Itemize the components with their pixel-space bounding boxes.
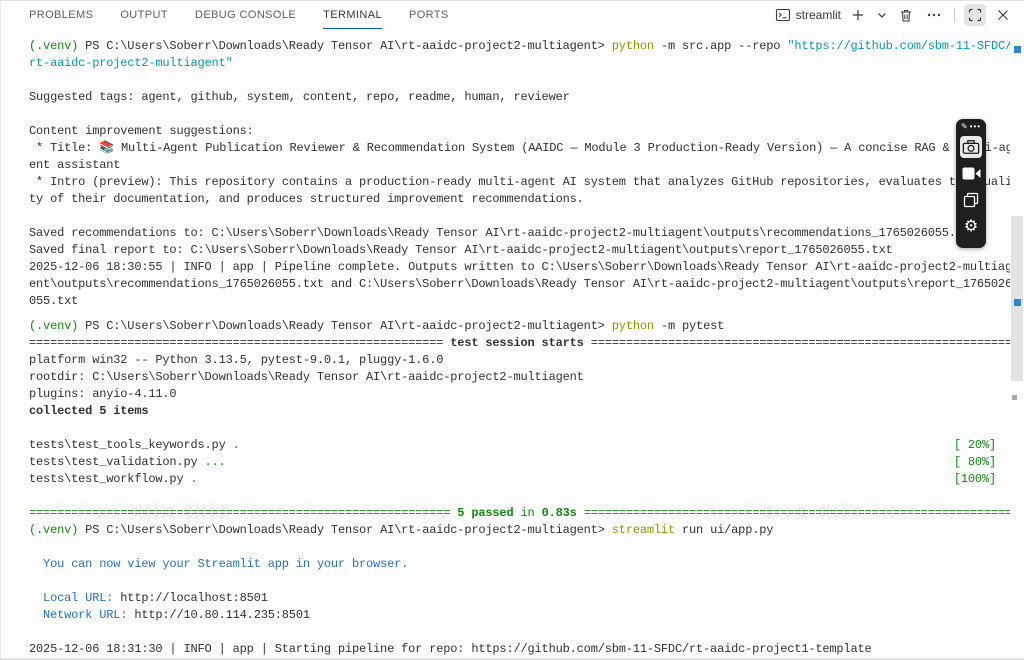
close-panel-icon[interactable] xyxy=(992,4,1014,26)
terminal-line: You can now view your Streamlit app in y… xyxy=(29,556,1010,573)
terminal-line: Content improvement suggestions: xyxy=(29,123,1010,140)
capture-widget-header[interactable]: ✎ ••• xyxy=(961,121,981,133)
terminal-line: 055.txt xyxy=(29,293,1010,310)
vscode-panel: PROBLEMS OUTPUT DEBUG CONSOLE TERMINAL PORTS… xyxy=(0,0,1024,660)
tab-output[interactable]: OUTPUT xyxy=(120,1,168,29)
toolbar-divider xyxy=(954,8,955,22)
terminal-line: ========================================… xyxy=(29,505,1010,522)
overview-ruler-mark xyxy=(1012,395,1017,400)
overview-ruler-mark xyxy=(1014,299,1021,306)
terminal-line xyxy=(29,208,1010,225)
pen-icon: ✎ xyxy=(961,123,968,131)
terminal-line: * Title: 📚 Multi-Agent Publication Revie… xyxy=(29,140,1010,157)
terminal-line xyxy=(29,539,1010,556)
terminal-line xyxy=(29,72,1010,89)
terminal-line: tests\test_validation.py ...[ 80%] xyxy=(29,454,1010,471)
launch-profile-chevron-icon[interactable] xyxy=(875,4,889,26)
screen-capture-widget: ✎ ••• ⚙ xyxy=(956,119,986,248)
terminal-line: (.venv) PS C:\Users\Soberr\Downloads\Rea… xyxy=(29,318,1010,335)
terminal-profile-selector[interactable]: streamlit xyxy=(775,7,841,23)
terminal-line xyxy=(29,624,1010,641)
terminal-line: tests\test_tools_keywords.py .[ 20%] xyxy=(29,437,1010,454)
terminal-line xyxy=(29,106,1010,123)
terminal-line: Suggested tags: agent, github, system, c… xyxy=(29,89,1010,106)
terminal-line: * Intro (preview): This repository conta… xyxy=(29,174,1010,191)
kill-terminal-trash-icon[interactable] xyxy=(895,4,917,26)
more-actions-ellipsis-icon[interactable] xyxy=(923,4,945,26)
overview-ruler-mark xyxy=(1014,46,1021,53)
terminal-line xyxy=(29,420,1010,437)
tab-terminal[interactable]: TERMINAL xyxy=(323,1,382,29)
terminal-line: plugins: anyio-4.11.0 xyxy=(29,386,1010,403)
progress-percent: [100%] xyxy=(954,471,1010,488)
terminal-line: Saved recommendations to: C:\Users\Sober… xyxy=(29,225,1010,242)
panel-tabs: PROBLEMS OUTPUT DEBUG CONSOLE TERMINAL PORTS xyxy=(29,1,476,29)
tab-ports[interactable]: PORTS xyxy=(409,1,449,29)
terminal-line: platform win32 -- Python 3.13.5, pytest-… xyxy=(29,352,1010,369)
terminal-line: ty of their documentation, and produces … xyxy=(29,191,1010,208)
terminal-line: Network URL: http://10.80.114.235:8501 xyxy=(29,607,1010,624)
terminal-line: collected 5 items xyxy=(29,403,1010,420)
terminal-line: 2025-12-06 18:31:30 | INFO | app | Start… xyxy=(29,641,1010,658)
new-terminal-plus-icon[interactable] xyxy=(847,4,869,26)
terminal-line: Saved final report to: C:\Users\Soberr\D… xyxy=(29,242,1010,259)
terminal-line: ent\outputs\recommendations_1765026055.t… xyxy=(29,276,1010,293)
terminal-output[interactable]: (.venv) PS C:\Users\Soberr\Downloads\Rea… xyxy=(1,29,1024,658)
terminal-line: tests\test_workflow.py .[100%] xyxy=(29,471,1010,488)
terminal-line xyxy=(29,573,1010,590)
progress-percent: [ 80%] xyxy=(954,454,1010,471)
terminal-actions: streamlit xyxy=(775,4,1024,26)
tab-problems[interactable]: PROBLEMS xyxy=(29,1,93,29)
terminal-line: ========================================… xyxy=(29,335,1010,352)
progress-percent: [ 20%] xyxy=(954,437,1010,454)
more-dots-icon: ••• xyxy=(970,123,981,131)
copy-icon[interactable] xyxy=(959,188,983,212)
terminal-icon xyxy=(775,7,791,23)
tab-debug-console[interactable]: DEBUG CONSOLE xyxy=(195,1,296,29)
terminal-line: rt-aaidc-project2-multiagent" xyxy=(29,55,1010,72)
record-video-icon[interactable] xyxy=(959,161,983,185)
terminal-scrollbar[interactable] xyxy=(1010,29,1024,659)
terminal-line: ent assistant xyxy=(29,157,1010,174)
terminal-profile-label: streamlit xyxy=(796,8,841,22)
terminal-line: (.venv) PS C:\Users\Soberr\Downloads\Rea… xyxy=(29,522,1010,539)
terminal-line xyxy=(29,488,1010,505)
screenshot-camera-icon[interactable] xyxy=(960,136,982,158)
terminal-line: Local URL: http://localhost:8501 xyxy=(29,590,1010,607)
terminal-line: rootdir: C:\Users\Soberr\Downloads\Ready… xyxy=(29,369,1010,386)
settings-gear-icon[interactable]: ⚙ xyxy=(959,215,983,239)
maximize-panel-icon[interactable] xyxy=(964,4,986,26)
terminal-line: (.venv) PS C:\Users\Soberr\Downloads\Rea… xyxy=(29,38,1010,55)
terminal-line: 2025-12-06 18:30:55 | INFO | app | Pipel… xyxy=(29,259,1010,276)
panel-tabbar: PROBLEMS OUTPUT DEBUG CONSOLE TERMINAL PORTS… xyxy=(1,1,1024,29)
